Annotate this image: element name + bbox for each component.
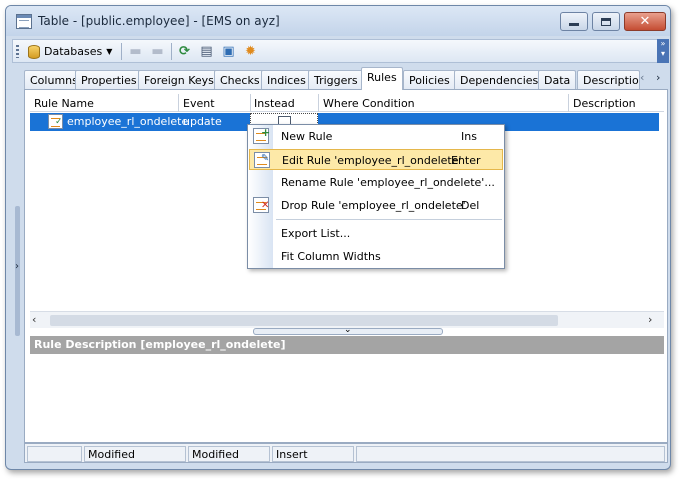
menu-item-drop-rule[interactable]: Drop Rule 'employee_rl_ondelete' Del <box>249 195 503 216</box>
export-icon[interactable]: ▣ <box>220 43 237 60</box>
status-cell <box>27 446 82 462</box>
drop-rule-icon <box>253 197 269 213</box>
back-icon[interactable]: ▬ <box>127 43 144 60</box>
toolbar-grip-icon[interactable] <box>16 45 19 58</box>
tab-rules[interactable]: Rules <box>361 67 403 90</box>
close-icon: ✕ <box>639 14 651 29</box>
grid-header: Rule Name Event Instead Where Condition … <box>30 94 664 112</box>
scrollbar-thumb[interactable] <box>50 315 558 326</box>
status-insert-mode: Insert <box>272 446 354 462</box>
maximize-button[interactable] <box>592 12 620 31</box>
menu-item-label: Fit Column Widths <box>281 250 381 263</box>
menu-item-edit-rule[interactable]: Edit Rule 'employee_rl_ondelete' Enter <box>249 149 503 170</box>
tab-triggers[interactable]: Triggers <box>308 70 364 89</box>
edit-rule-icon <box>254 152 270 168</box>
cell-rule-name[interactable]: employee_rl_ondelete <box>67 115 188 128</box>
menu-item-rename-rule[interactable]: Rename Rule 'employee_rl_ondelete'... <box>249 172 503 193</box>
chevron-right-icon[interactable]: › <box>15 261 19 272</box>
panel-splitter[interactable]: ⌄ <box>253 325 443 335</box>
status-modified: Modified <box>84 446 186 462</box>
column-header-event[interactable]: Event <box>183 97 215 110</box>
column-divider[interactable] <box>318 94 319 112</box>
rule-icon <box>48 114 63 129</box>
chevron-down-icon[interactable]: ⌄ <box>344 325 352 335</box>
cell-event[interactable]: update <box>183 115 222 128</box>
status-bar: Modified Modified Insert <box>24 443 668 463</box>
menu-item-label: Rename Rule 'employee_rl_ondelete'... <box>281 176 495 189</box>
menu-item-label: Edit Rule 'employee_rl_ondelete' <box>282 154 462 167</box>
tab-properties[interactable]: Properties <box>75 70 143 89</box>
description-editor[interactable] <box>30 354 664 440</box>
status-modified: Modified <box>188 446 270 462</box>
column-header-instead[interactable]: Instead <box>254 97 295 110</box>
settings-icon[interactable]: ✹ <box>242 43 259 60</box>
tab-dependencies[interactable]: Dependencies <box>454 70 545 89</box>
menu-item-shortcut: Ins <box>461 130 477 143</box>
tab-foreign-keys[interactable]: Foreign Keys <box>138 70 220 89</box>
menu-item-label: New Rule <box>281 130 333 143</box>
database-icon <box>28 44 40 59</box>
tab-description[interactable]: Descriptio <box>577 70 640 89</box>
toolbar: Databases ▼ ▬ ▬ ⟳ ▤ ▣ ✹ <box>12 39 662 63</box>
menu-separator <box>276 219 502 220</box>
context-menu: New Rule Ins Edit Rule 'employee_rl_onde… <box>247 124 505 269</box>
column-header-rule-name[interactable]: Rule Name <box>34 97 94 110</box>
tab-policies[interactable]: Policies <box>403 70 456 89</box>
description-panel-title: Rule Description [employee_rl_ondelete] <box>30 336 664 354</box>
column-header-where-condition[interactable]: Where Condition <box>323 97 415 110</box>
tab-scroll-left-icon[interactable]: ‹ <box>640 71 644 84</box>
maximize-icon <box>601 17 611 26</box>
minimize-button[interactable] <box>560 12 588 31</box>
tab-scroll-right-icon[interactable]: › <box>656 71 660 84</box>
scroll-left-icon[interactable]: ‹ <box>32 313 36 326</box>
status-cell <box>356 446 665 462</box>
chevron-down-icon: ▼ <box>106 47 113 56</box>
column-divider[interactable] <box>568 94 569 112</box>
minimize-icon <box>569 23 579 26</box>
column-divider[interactable] <box>178 94 179 112</box>
new-rule-icon <box>253 126 270 144</box>
title-bar[interactable]: Table - [public.employee] - [EMS on ayz]… <box>6 6 670 36</box>
databases-label: Databases <box>44 45 103 58</box>
databases-dropdown-button[interactable]: Databases ▼ <box>25 42 115 61</box>
table-icon <box>16 14 32 29</box>
forward-icon[interactable]: ▬ <box>149 43 166 60</box>
tab-checks[interactable]: Checks <box>214 70 266 89</box>
print-icon[interactable]: ▤ <box>198 43 215 60</box>
column-divider[interactable] <box>250 94 251 112</box>
window-title: Table - [public.employee] - [EMS on ayz] <box>38 14 280 28</box>
tab-bar: Columns Properties Foreign Keys Checks I… <box>24 67 668 90</box>
tab-data[interactable]: Data <box>538 70 577 89</box>
menu-item-fit-column-widths[interactable]: Fit Column Widths <box>249 246 503 267</box>
menu-item-label: Export List... <box>281 227 351 240</box>
tab-indices[interactable]: Indices <box>261 70 312 89</box>
refresh-icon[interactable]: ⟳ <box>176 43 193 60</box>
toolbar-separator <box>171 43 172 60</box>
menu-item-new-rule[interactable]: New Rule Ins <box>249 126 503 147</box>
scroll-right-icon[interactable]: › <box>648 313 652 326</box>
toolbar-overflow-chevron-icon[interactable]: » ▾ <box>657 39 669 63</box>
menu-item-shortcut: Del <box>461 199 480 212</box>
column-header-description[interactable]: Description <box>573 97 636 110</box>
toolbar-separator <box>121 43 122 60</box>
close-button[interactable]: ✕ <box>624 12 666 31</box>
menu-item-label: Drop Rule 'employee_rl_ondelete' <box>281 199 466 212</box>
menu-item-export-list[interactable]: Export List... <box>249 223 503 244</box>
menu-item-shortcut: Enter <box>451 154 481 167</box>
